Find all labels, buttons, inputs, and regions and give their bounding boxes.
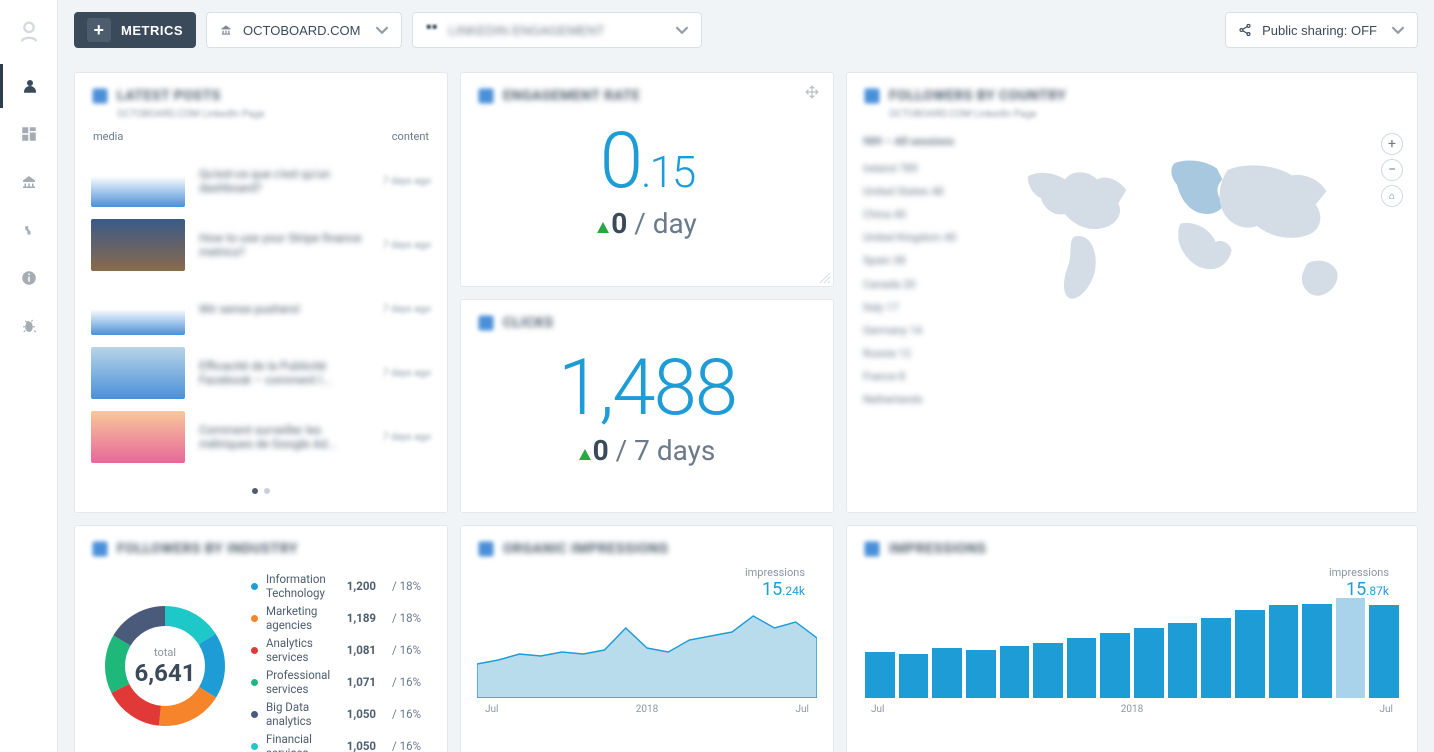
zoom-in-button[interactable]: + <box>1381 133 1403 155</box>
metric-delta: 0 / 7 days <box>477 434 817 467</box>
list-item[interactable]: How to use your Stripe finance metrics?7… <box>91 213 431 277</box>
metrics-label: METRICS <box>121 23 183 38</box>
bank-icon <box>219 23 233 37</box>
card-organic-impressions: ORGANIC IMPRESSIONS impressions15.24k Ju… <box>460 525 834 752</box>
list-item[interactable]: Comment surveiller les métriques de Goog… <box>91 405 431 469</box>
card-title: FOLLOWERS BY INDUSTRY <box>117 541 298 557</box>
card-clicks: CLICKS 1,488 0 / 7 days <box>460 299 834 514</box>
linkedin-icon <box>91 540 109 558</box>
bar-chart <box>863 598 1401 698</box>
plus-icon: + <box>87 18 111 42</box>
metric-delta: 0 / day <box>477 207 817 240</box>
sidebar-item-integrations[interactable] <box>0 160 58 204</box>
card-followers-industry: FOLLOWERS BY INDUSTRY total6,6 <box>74 525 448 752</box>
dashboard-icon <box>425 23 439 37</box>
card-engagement-rate: ENGAGEMENT RATE 0.15 0 / day <box>460 72 834 287</box>
sidebar-item-bugs[interactable] <box>0 304 58 348</box>
chart-highlight: 15.24k <box>745 579 805 600</box>
x-axis: Jul2018Jul <box>863 698 1401 715</box>
linkedin-icon <box>863 87 881 105</box>
post-thumbnail <box>91 219 185 271</box>
donut-total: 6,641 <box>135 659 196 687</box>
share-icon <box>1238 23 1252 37</box>
sidebar-item-info[interactable] <box>0 256 58 300</box>
sidebar-item-connections[interactable] <box>0 208 58 252</box>
linkedin-icon <box>477 87 495 105</box>
trend-up-icon <box>579 449 591 460</box>
pagination-dots[interactable] <box>91 479 431 498</box>
post-thumbnail <box>91 155 185 207</box>
post-thumbnail <box>91 347 185 399</box>
account-name: OCTOBOARD.COM <box>243 23 361 38</box>
metric-value: 1,488 <box>477 350 817 428</box>
metric-value: 0.15 <box>477 123 817 201</box>
sidebar-item-account[interactable] <box>0 64 58 108</box>
public-sharing-toggle[interactable]: Public sharing: OFF <box>1225 12 1418 48</box>
logo-icon <box>15 18 43 46</box>
dashboard-name: LINKEDIN ENGAGEMENT <box>449 23 605 38</box>
area-chart <box>477 598 817 698</box>
card-title: FOLLOWERS BY COUNTRY <box>889 88 1066 104</box>
card-title: ENGAGEMENT RATE <box>503 88 640 104</box>
linkedin-icon <box>91 87 109 105</box>
country-list: 989 – All sessions Ireland 789United Sta… <box>863 130 993 411</box>
card-title: IMPRESSIONS <box>889 541 986 557</box>
card-title: LATEST POSTS <box>117 88 221 104</box>
list-item[interactable]: Efficacité de la Publicité Facebook – co… <box>91 341 431 405</box>
card-latest-posts: LATEST POSTS OCTOBOARD.COM LinkedIn Page… <box>74 72 448 513</box>
card-impressions: IMPRESSIONS impressions15.87k Jul2018Jul <box>846 525 1418 752</box>
x-axis: Jul2018Jul <box>477 698 817 715</box>
topbar: + METRICS OCTOBOARD.COM LINKEDIN ENGAGEM… <box>58 0 1434 60</box>
card-followers-country: FOLLOWERS BY COUNTRY OCTOBOARD.COM Linke… <box>846 72 1418 513</box>
chevron-down-icon <box>375 23 389 37</box>
post-thumbnail <box>91 411 185 463</box>
donut-chart: total6,641 <box>101 602 229 730</box>
account-selector[interactable]: OCTOBOARD.COM <box>206 12 402 48</box>
list-item[interactable]: Wir sense pushers!7 days ago <box>91 277 431 341</box>
move-icon[interactable] <box>805 85 819 99</box>
chevron-down-icon <box>675 23 689 37</box>
card-title: CLICKS <box>503 315 554 331</box>
card-subtitle: OCTOBOARD.COM LinkedIn Page <box>117 109 431 120</box>
sidebar <box>0 0 58 752</box>
world-map[interactable] <box>1001 130 1401 330</box>
linkedin-icon <box>863 540 881 558</box>
linkedin-icon <box>477 540 495 558</box>
chevron-down-icon <box>1391 23 1405 37</box>
card-title: ORGANIC IMPRESSIONS <box>503 541 668 557</box>
posts-header: media content <box>91 130 431 143</box>
resize-handle-icon[interactable] <box>819 272 831 284</box>
card-subtitle: OCTOBOARD.COM LinkedIn Page <box>889 109 1401 120</box>
zoom-out-button[interactable]: − <box>1381 159 1403 181</box>
post-thumbnail <box>91 283 185 335</box>
add-metrics-button[interactable]: + METRICS <box>74 12 196 48</box>
dashboard-selector[interactable]: LINKEDIN ENGAGEMENT <box>412 12 702 48</box>
sidebar-item-dashboards[interactable] <box>0 112 58 156</box>
chart-highlight: 15.87k <box>1329 579 1389 600</box>
linkedin-icon <box>477 314 495 332</box>
zoom-reset-button[interactable]: ⌂ <box>1381 185 1403 207</box>
trend-up-icon <box>597 222 609 233</box>
list-item[interactable]: Qu'est-ce que c'est qu'un dashboard?7 da… <box>91 149 431 213</box>
sharing-label: Public sharing: OFF <box>1262 23 1377 38</box>
chart-legend: Information Technology1,200/ 18% Marketi… <box>251 570 421 752</box>
